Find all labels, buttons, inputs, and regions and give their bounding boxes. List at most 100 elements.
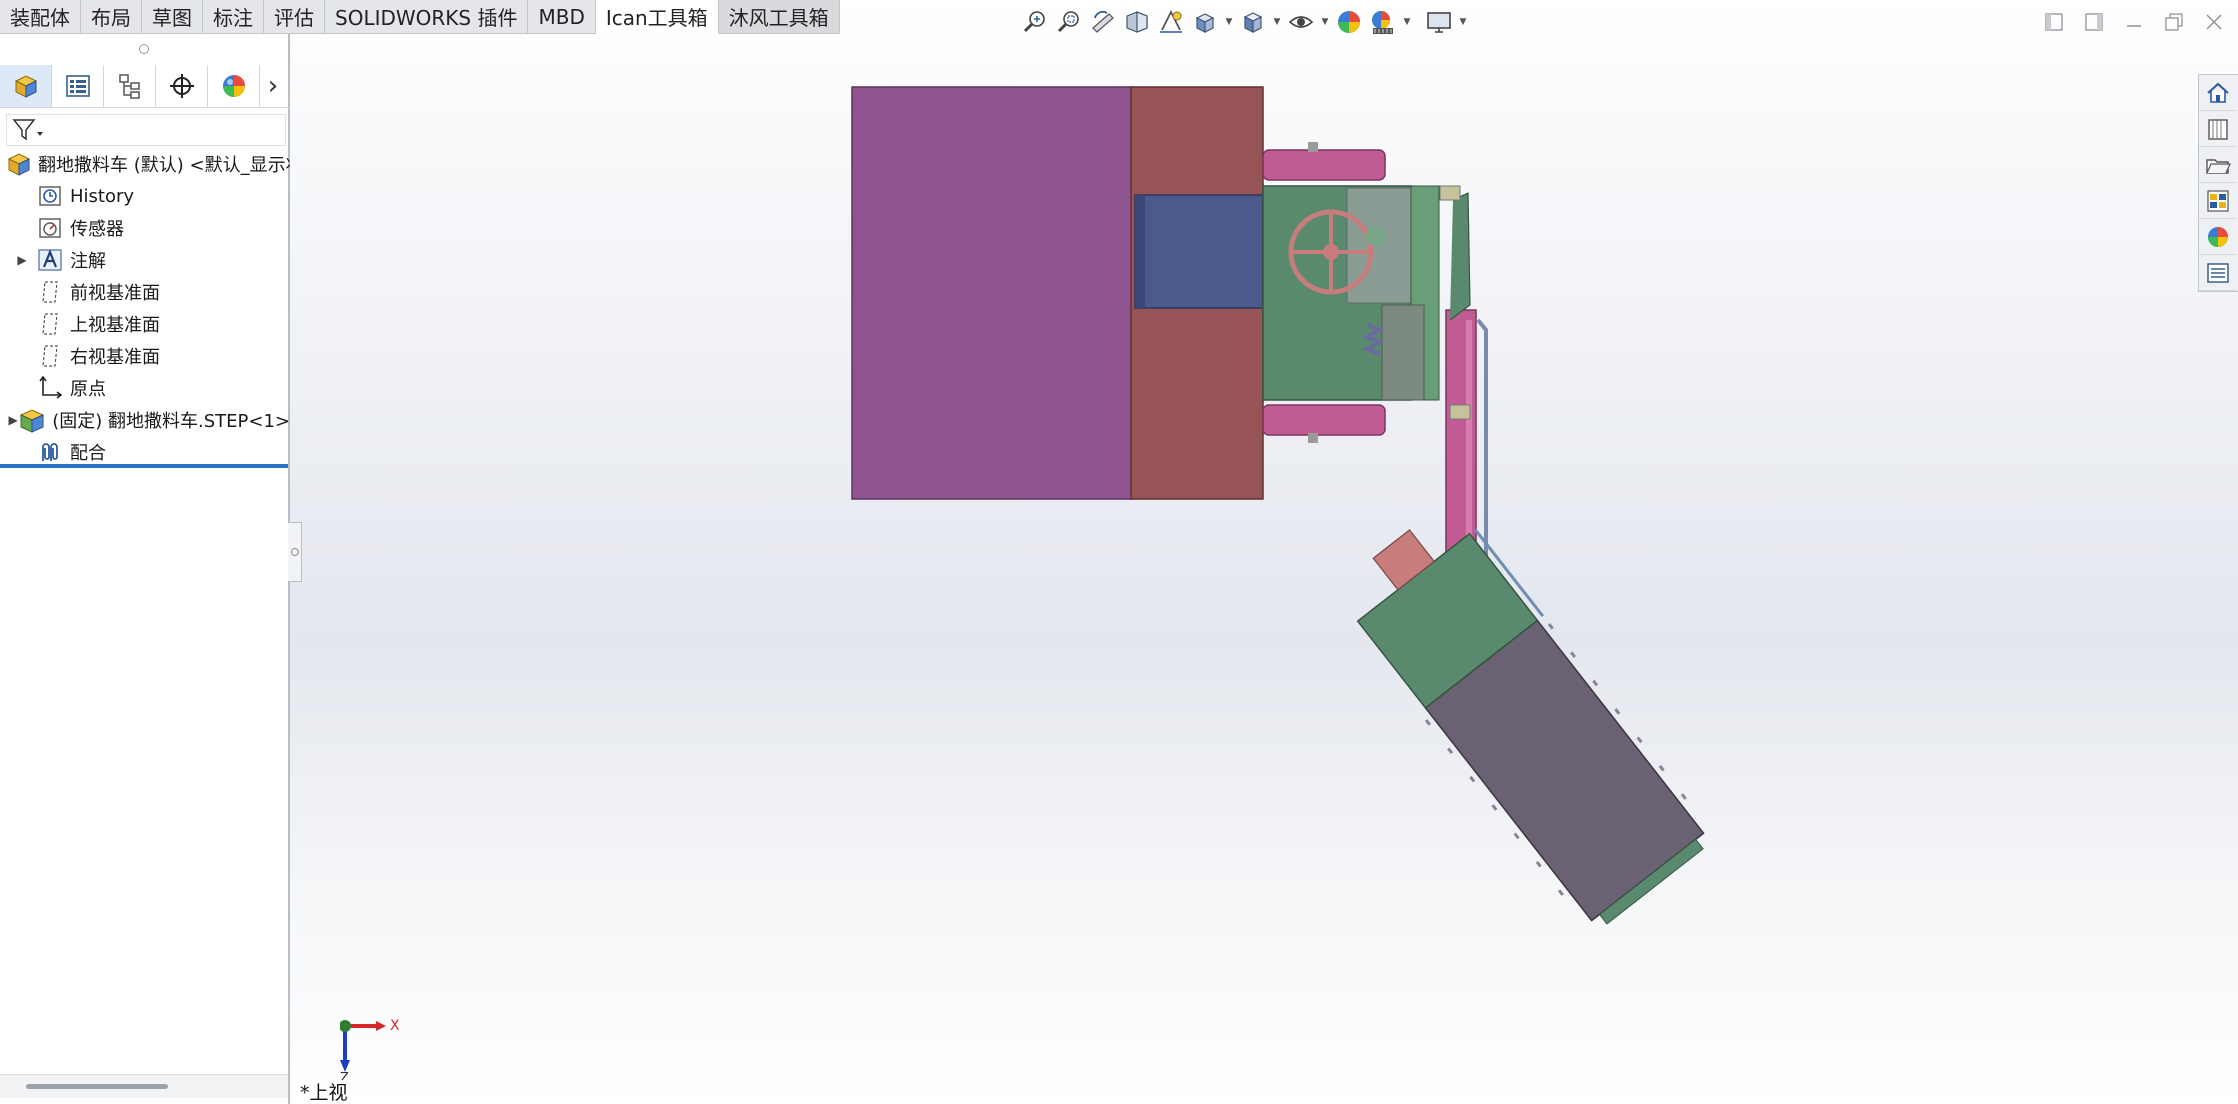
heads-up-view-toolbar: ▼ ▼ ▼ ▼ ▼ xyxy=(1018,4,1470,40)
blue-block[interactable] xyxy=(1134,194,1264,309)
tree-item-label: 上视基准面 xyxy=(70,315,160,336)
configuration-manager-tab[interactable] xyxy=(104,64,156,107)
appearances-tab[interactable] xyxy=(2199,219,2237,255)
apply-scene-button[interactable] xyxy=(1366,5,1400,39)
tree-root-assembly[interactable]: 翻地撒料车 (默认) <默认_显示状态-1> xyxy=(0,148,290,180)
plane-icon xyxy=(36,342,64,370)
tree-item-label: 配合 xyxy=(70,443,106,464)
view-orientation-icon xyxy=(1195,13,1215,33)
tab-evaluate[interactable]: 评估 xyxy=(264,0,325,34)
subassembly-icon xyxy=(18,406,46,434)
tree-item-label: 原点 xyxy=(70,379,106,400)
rollback-bar[interactable] xyxy=(0,464,288,468)
tab-markup[interactable]: 标注 xyxy=(203,0,264,34)
close-icon xyxy=(2206,14,2222,30)
view-palette-icon xyxy=(2207,189,2229,212)
tile-left-button[interactable] xyxy=(2038,6,2070,38)
panel-horizontal-scrollbar[interactable] xyxy=(0,1074,288,1098)
tab-mufeng-toolbox[interactable]: 沐风工具箱 xyxy=(718,0,840,34)
configuration-manager-icon xyxy=(118,73,140,99)
zoom-to-fit-button[interactable] xyxy=(1018,5,1052,39)
tree-item-sensors[interactable]: 传感器 xyxy=(0,212,290,244)
tile-right-icon xyxy=(2085,13,2103,31)
file-explorer-tab[interactable] xyxy=(2199,147,2237,183)
feature-manager-tab[interactable] xyxy=(0,64,52,107)
display-style-icon xyxy=(1243,12,1263,33)
view-palette-tab[interactable] xyxy=(2199,183,2237,219)
expand-arrow-icon[interactable]: ▶ xyxy=(8,244,36,276)
view-settings-dropdown[interactable]: ▼ xyxy=(1456,5,1470,39)
tree-item-label: 前视基准面 xyxy=(70,283,160,304)
tab-sketch[interactable]: 草图 xyxy=(142,0,203,34)
sensor-icon xyxy=(36,214,64,242)
tree-item-label: 传感器 xyxy=(70,219,124,240)
upper-roller[interactable] xyxy=(1262,149,1386,181)
display-style-button[interactable] xyxy=(1236,5,1270,39)
view-orientation-dropdown[interactable]: ▼ xyxy=(1222,5,1236,39)
hopper-body[interactable] xyxy=(851,86,1133,500)
plane-icon xyxy=(36,278,64,306)
scrollbar-thumb[interactable] xyxy=(26,1084,168,1089)
panel-collapse-handle[interactable] xyxy=(288,522,302,582)
hide-show-items-button[interactable] xyxy=(1284,5,1318,39)
tile-left-icon xyxy=(2045,13,2063,31)
annotation-icon xyxy=(36,246,64,274)
design-library-icon xyxy=(2208,118,2228,140)
zoom-to-area-button[interactable] xyxy=(1052,5,1086,39)
view-settings-button[interactable] xyxy=(1422,5,1456,39)
lower-roller[interactable] xyxy=(1262,404,1386,436)
custom-properties-icon xyxy=(2207,262,2229,283)
filter-icon xyxy=(12,119,43,141)
tab-ican-toolbox[interactable]: Ican工具箱 xyxy=(595,0,719,34)
tree-item-annotations[interactable]: ▶ 注解 xyxy=(0,244,290,276)
hide-show-dropdown[interactable]: ▼ xyxy=(1318,5,1332,39)
reference-triad: X Z xyxy=(340,1018,400,1080)
more-tabs-chevron-icon[interactable]: › xyxy=(260,65,286,107)
command-manager-tabs: 装配体 布局 草图 标注 评估 SOLIDWORKS 插件 MBD Ican工具… xyxy=(0,0,840,34)
section-view-button[interactable] xyxy=(1120,5,1154,39)
tab-layout[interactable]: 布局 xyxy=(81,0,142,34)
view-settings-icon xyxy=(1427,12,1451,33)
tree-item-label: 右视基准面 xyxy=(70,347,160,368)
tree-item-front-plane[interactable]: 前视基准面 xyxy=(0,276,290,308)
apply-scene-dropdown[interactable]: ▼ xyxy=(1400,5,1414,39)
hide-show-items-icon xyxy=(1288,16,1314,28)
edit-appearance-button[interactable] xyxy=(1332,5,1366,39)
dynamic-annotation-icon xyxy=(1160,9,1182,33)
zoom-to-area-icon xyxy=(1057,11,1079,33)
feature-manager-panel: › 翻地撒料车 (默认) <默认_显示状态-1> xyxy=(0,34,290,1104)
tree-filter[interactable] xyxy=(6,114,286,146)
expand-arrow-icon[interactable]: ▶ xyxy=(8,404,18,436)
close-button[interactable] xyxy=(2198,6,2230,38)
graphics-area[interactable]: ▼ ▼ ▼ ▼ ▼ X Z *上视 xyxy=(290,0,2238,1104)
edit-appearance-icon xyxy=(1338,11,1360,33)
dimxpert-manager-tab[interactable] xyxy=(156,64,208,107)
dynamic-annotation-button[interactable] xyxy=(1154,5,1188,39)
restore-button[interactable] xyxy=(2158,6,2190,38)
tree-item-origin[interactable]: 原点 xyxy=(0,372,290,404)
tree-item-history[interactable]: History xyxy=(0,180,290,212)
property-manager-tab[interactable] xyxy=(52,64,104,107)
custom-properties-tab[interactable] xyxy=(2199,255,2237,291)
design-library-tab[interactable] xyxy=(2199,111,2237,147)
tree-item-fixed-subassembly[interactable]: ▶ (固定) 翻地撒料车.STEP<1> xyxy=(0,404,290,436)
triad-x-label: X xyxy=(390,1018,400,1034)
previous-view-button[interactable] xyxy=(1086,5,1120,39)
solidworks-resources-tab[interactable] xyxy=(2199,75,2237,111)
tab-assembly[interactable]: 装配体 xyxy=(0,0,81,34)
history-icon xyxy=(36,182,64,210)
document-window-controls xyxy=(2038,6,2230,38)
model-top-view[interactable] xyxy=(290,0,2238,1104)
file-explorer-icon xyxy=(2206,158,2231,174)
view-orientation-button[interactable] xyxy=(1188,5,1222,39)
display-manager-tab[interactable] xyxy=(208,64,260,107)
minimize-button[interactable] xyxy=(2118,6,2150,38)
tab-mbd[interactable]: MBD xyxy=(528,0,596,34)
tile-right-button[interactable] xyxy=(2078,6,2110,38)
panel-splitter-handle[interactable] xyxy=(139,44,149,54)
tree-item-top-plane[interactable]: 上视基准面 xyxy=(0,308,290,340)
tab-solidworks-addins[interactable]: SOLIDWORKS 插件 xyxy=(325,0,529,34)
solidworks-resources-icon xyxy=(2207,82,2229,103)
tree-item-right-plane[interactable]: 右视基准面 xyxy=(0,340,290,372)
display-style-dropdown[interactable]: ▼ xyxy=(1270,5,1284,39)
